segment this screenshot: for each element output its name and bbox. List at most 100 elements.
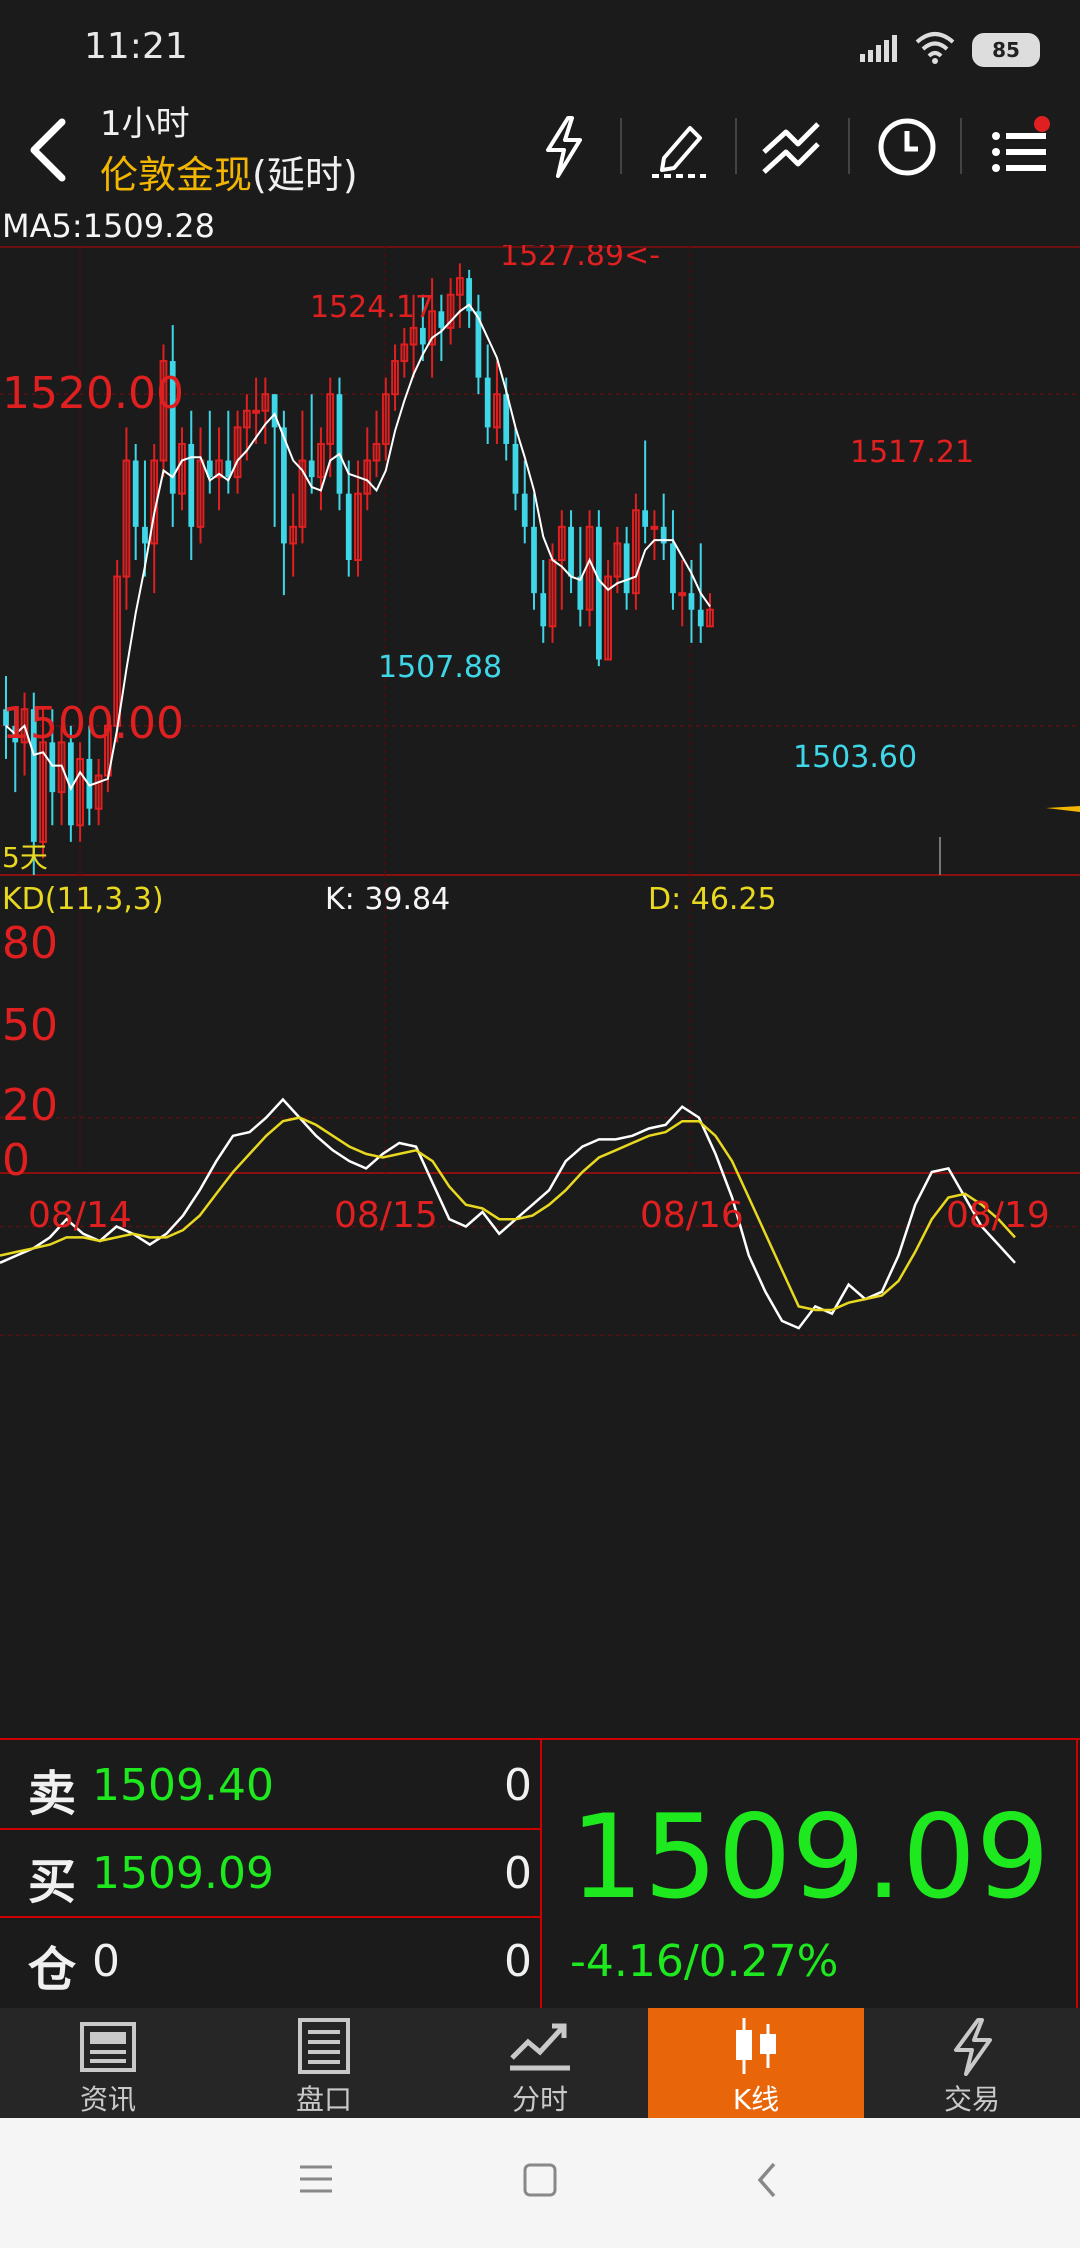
kd-axis-tick: 0 xyxy=(2,1135,30,1186)
price-annotation: 1503.60 xyxy=(793,740,917,775)
candlestick-icon xyxy=(736,2018,776,2074)
delay-label: (延时) xyxy=(252,153,358,197)
timeshare-icon xyxy=(510,2023,570,2071)
candle-body xyxy=(568,526,574,577)
candlestick-series xyxy=(3,263,714,875)
candle-body xyxy=(688,593,695,610)
candle-body xyxy=(650,525,659,530)
tab-label: 盘口 xyxy=(295,2083,352,2116)
divider xyxy=(620,118,622,174)
sell-label: 卖 xyxy=(28,1766,77,1822)
candle-body xyxy=(678,592,687,597)
kd-indicator-label: KD(11,3,3) xyxy=(2,882,164,917)
trade-lightning-icon xyxy=(954,2018,992,2076)
divider xyxy=(735,118,737,174)
tab-label: 交易 xyxy=(943,2083,1000,2116)
d-line xyxy=(0,1116,1016,1312)
tab-trade[interactable]: 交易 xyxy=(864,2008,1080,2118)
buy-row[interactable]: 买 1509.09 0 xyxy=(0,1828,540,1918)
candle-body xyxy=(132,460,139,527)
candle-body xyxy=(345,493,352,560)
candle-body xyxy=(540,593,547,627)
buy-label: 买 xyxy=(28,1854,77,1910)
price-annotation: 1517.21 xyxy=(850,435,974,470)
sell-price: 1509.40 xyxy=(92,1760,274,1811)
candle-body xyxy=(271,394,278,428)
position-label: 仓 xyxy=(28,1942,77,1998)
divider xyxy=(848,118,850,174)
tab-label: K线 xyxy=(732,2083,780,2116)
last-price: 1509.09 xyxy=(570,1790,1050,1925)
candle-body xyxy=(512,443,519,494)
k-line xyxy=(0,1097,1016,1330)
buy-volume: 0 xyxy=(504,1848,532,1899)
tab-timeshare[interactable]: 分时 xyxy=(432,2008,648,2118)
candle-body xyxy=(531,526,537,594)
candle-body xyxy=(595,526,602,660)
current-price-pointer xyxy=(1046,806,1080,812)
divider xyxy=(960,118,962,174)
panel-divider xyxy=(540,1740,542,2008)
system-nav-bar xyxy=(0,2118,1080,2248)
x-axis-date-label: 08/19 xyxy=(946,1195,1050,1236)
position-value: 0 xyxy=(92,1936,120,1987)
price-axis-label-high: 1520.00 xyxy=(2,368,184,419)
timeframe-label[interactable]: 1小时 xyxy=(100,96,190,145)
candle-body xyxy=(49,742,56,793)
price-change: -4.16/0.27% xyxy=(570,1936,839,1987)
kd-axis-tick: 80 xyxy=(2,918,58,969)
home-square-icon[interactable] xyxy=(522,2162,558,2198)
candle-body xyxy=(484,377,491,428)
candle-body xyxy=(623,543,630,594)
ma-row: MA5:1509.28 xyxy=(0,205,1080,245)
k-value-label: K: 39.84 xyxy=(325,882,450,917)
kd-grid xyxy=(0,875,1080,1337)
tab-news[interactable]: 资讯 xyxy=(0,2008,216,2118)
candle-body xyxy=(419,327,426,345)
candle-body xyxy=(642,510,649,527)
news-icon xyxy=(80,2022,136,2072)
back-arrow-icon[interactable] xyxy=(26,118,72,182)
x-axis-date-label: 08/14 xyxy=(28,1195,132,1236)
kd-labels: KD(11,3,3) K: 39.84 D: 46.25 80 50 200 xyxy=(2,882,777,1186)
candle-body xyxy=(438,311,445,328)
d-value-label: D: 46.25 xyxy=(648,882,777,917)
price-grid xyxy=(0,245,1080,876)
quote-panel: 卖 1509.40 0 买 1509.09 0 仓 0 0 1509.09 -4… xyxy=(0,1738,1080,2010)
chart-area[interactable]: 1520.00 1500.00 5天 1527.89<- 1524.17 1517.21 1… xyxy=(0,245,1080,1738)
back-icon[interactable] xyxy=(752,2160,782,2200)
candle-body xyxy=(142,526,148,544)
status-bar: 11:21 85 xyxy=(0,0,1080,90)
lightning-icon[interactable] xyxy=(538,114,590,180)
candle-body xyxy=(336,394,343,494)
x-axis-date-label: 08/16 xyxy=(640,1195,744,1236)
battery-icon: 85 xyxy=(972,33,1040,67)
price-axis-label-low: 1500.00 xyxy=(2,698,184,749)
kd-axis-tick: 20 xyxy=(2,1080,58,1131)
tab-kline[interactable]: K线 xyxy=(648,2008,864,2118)
candle-body xyxy=(670,543,676,594)
tab-label: 资讯 xyxy=(79,2083,136,2116)
candle-body xyxy=(697,609,704,627)
draw-pen-icon[interactable] xyxy=(646,114,712,180)
panel-border xyxy=(1076,1740,1078,2008)
price-annotation: 1507.88 xyxy=(378,650,502,685)
kd-axis-tick: 50 xyxy=(2,1000,58,1051)
clock-icon[interactable] xyxy=(876,116,938,178)
menu-icon[interactable] xyxy=(298,2162,334,2196)
position-row: 仓 0 0 xyxy=(0,1916,540,2004)
wifi-icon xyxy=(915,32,955,64)
sell-row[interactable]: 卖 1509.40 0 xyxy=(0,1740,540,1830)
order-book-icon xyxy=(298,2018,350,2074)
menu-list-icon[interactable] xyxy=(988,114,1058,180)
position-volume: 0 xyxy=(504,1936,532,1987)
candle-body xyxy=(521,493,528,527)
tab-order-book[interactable]: 盘口 xyxy=(216,2008,432,2118)
header: 1小时 伦敦金现(延时) xyxy=(0,90,1080,205)
signal-icon xyxy=(860,35,897,62)
x-axis-date-label: 08/15 xyxy=(334,1195,438,1236)
battery-level: 85 xyxy=(992,38,1020,62)
status-time: 11:21 xyxy=(84,26,188,67)
bottom-tab-bar: 资讯 盘口 分时 K线 交易 xyxy=(0,2008,1080,2118)
trend-lines-icon[interactable] xyxy=(758,114,824,180)
